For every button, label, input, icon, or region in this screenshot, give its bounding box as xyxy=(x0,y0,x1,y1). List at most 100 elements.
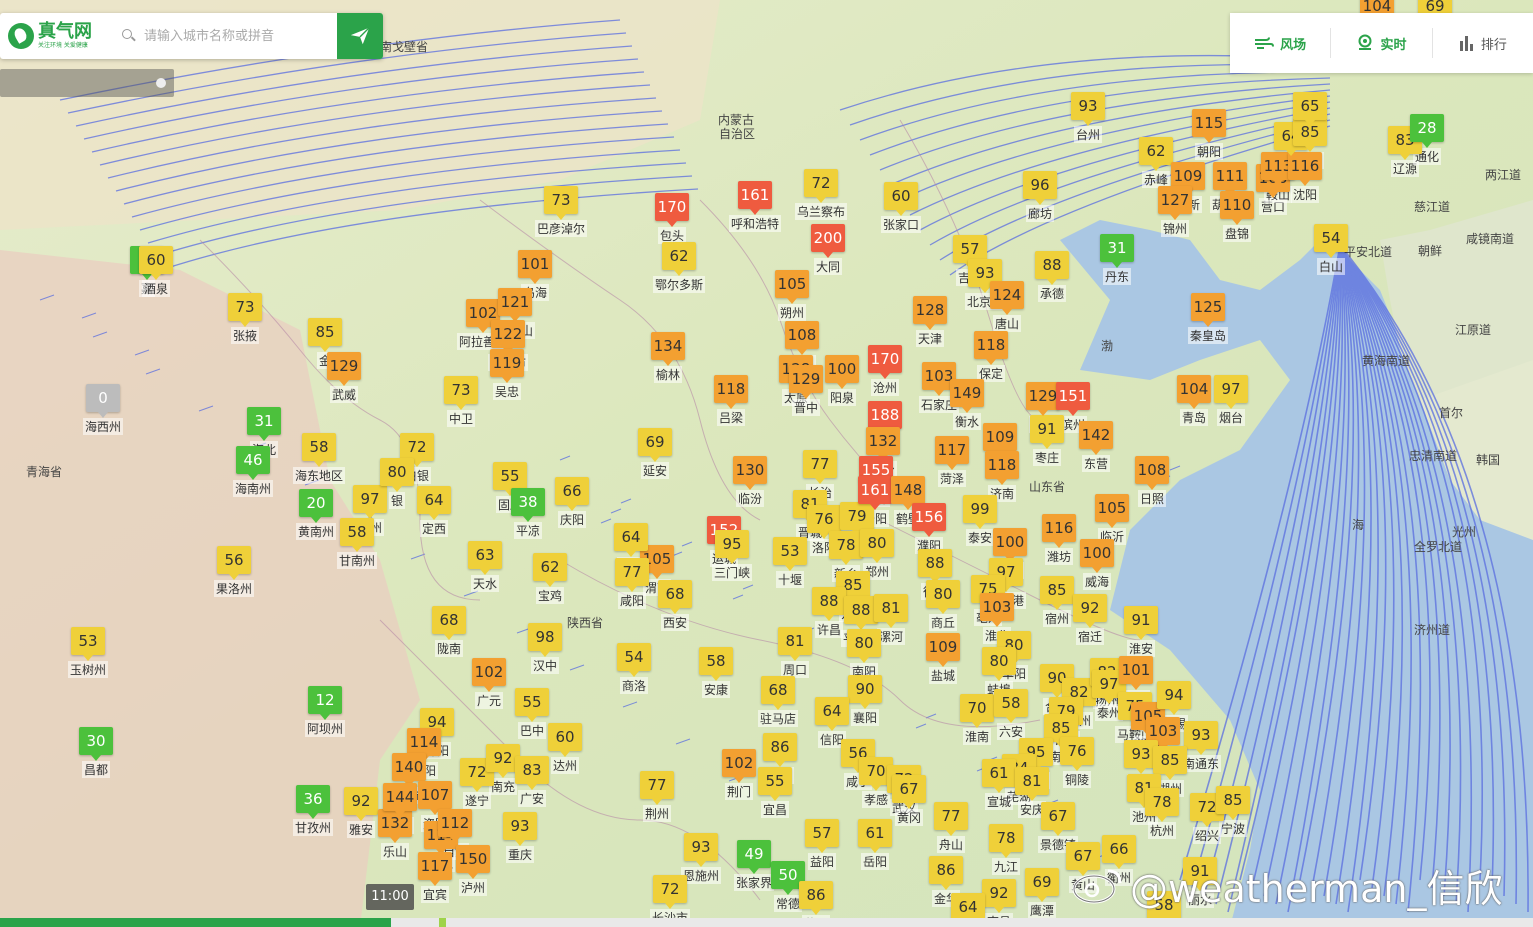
city-label[interactable]: 三门峡 xyxy=(711,564,753,581)
aqi-marker[interactable]: 161 xyxy=(738,181,772,215)
city-label[interactable]: 孝感 xyxy=(861,791,891,808)
city-label[interactable]: 汉中 xyxy=(530,657,560,674)
aqi-marker[interactable]: 117 xyxy=(935,436,969,470)
aqi-marker[interactable]: 72 xyxy=(400,433,434,467)
city-label[interactable]: 杭州 xyxy=(1147,822,1177,839)
city-label[interactable]: 衡水 xyxy=(952,413,982,430)
city-label[interactable]: 甘孜州 xyxy=(292,819,334,836)
city-label[interactable]: 咸阳 xyxy=(617,592,647,609)
aqi-marker[interactable]: 85 xyxy=(1040,576,1074,610)
aqi-marker[interactable]: 80 xyxy=(982,647,1016,681)
aqi-marker[interactable]: 125 xyxy=(1191,293,1225,327)
city-label[interactable]: 沈阳 xyxy=(1290,186,1320,203)
city-label[interactable]: 吕梁 xyxy=(716,409,746,426)
aqi-marker[interactable]: 77 xyxy=(934,802,968,836)
city-label[interactable]: 武威 xyxy=(329,386,359,403)
search-input[interactable] xyxy=(142,20,337,52)
aqi-marker[interactable]: 62 xyxy=(533,553,567,587)
city-label[interactable]: 淮安 xyxy=(1126,640,1156,657)
city-label[interactable]: 西安 xyxy=(660,614,690,631)
aqi-marker[interactable]: 69 xyxy=(638,428,672,462)
aqi-marker[interactable]: 122 xyxy=(491,320,525,354)
aqi-marker[interactable]: 68 xyxy=(658,580,692,614)
city-label[interactable]: 黄南州 xyxy=(295,523,337,540)
city-label[interactable]: 驻马店 xyxy=(757,710,799,727)
aqi-marker[interactable]: 129 xyxy=(327,352,361,386)
aqi-marker[interactable]: 86 xyxy=(929,856,963,890)
city-label[interactable]: 宁波 xyxy=(1218,820,1248,837)
aqi-marker[interactable]: 102 xyxy=(472,658,506,692)
slider-knob[interactable] xyxy=(156,78,166,88)
aqi-marker[interactable]: 128 xyxy=(913,296,947,330)
aqi-marker[interactable]: 85 xyxy=(1216,786,1250,820)
aqi-marker[interactable]: 55 xyxy=(493,462,527,496)
city-label[interactable]: 十堰 xyxy=(775,571,805,588)
aqi-marker[interactable]: 112 xyxy=(438,809,472,843)
aqi-marker[interactable]: 73 xyxy=(228,293,262,327)
aqi-marker[interactable]: 64 xyxy=(614,523,648,557)
aqi-marker[interactable]: 129 xyxy=(1026,382,1060,416)
aqi-marker[interactable]: 53 xyxy=(71,627,105,661)
aqi-marker[interactable]: 66 xyxy=(555,477,589,511)
aqi-marker[interactable]: 96 xyxy=(1023,171,1057,205)
aqi-marker[interactable]: 142 xyxy=(1079,421,1113,455)
aqi-marker[interactable]: 88 xyxy=(1035,251,1069,285)
aqi-marker[interactable]: 68 xyxy=(432,606,466,640)
aqi-marker[interactable]: 64 xyxy=(417,486,451,520)
aqi-marker[interactable]: 28 xyxy=(1410,114,1444,148)
city-label[interactable]: 九江 xyxy=(991,858,1021,875)
city-label[interactable]: 泰安 xyxy=(965,529,995,546)
aqi-marker[interactable]: 108 xyxy=(1135,456,1169,490)
city-label[interactable]: 晋中 xyxy=(791,399,821,416)
aqi-marker[interactable]: 99 xyxy=(963,495,997,529)
city-label[interactable]: 盐城 xyxy=(928,667,958,684)
city-label[interactable]: 沧州 xyxy=(870,379,900,396)
city-label[interactable]: 朝阳 xyxy=(1194,143,1224,160)
aqi-marker[interactable]: 93 xyxy=(503,812,537,846)
aqi-marker[interactable]: 144 xyxy=(383,783,417,817)
aqi-marker[interactable]: 115 xyxy=(1192,109,1226,143)
city-label[interactable]: 甘南州 xyxy=(336,552,378,569)
aqi-marker[interactable]: 77 xyxy=(640,771,674,805)
opacity-slider[interactable] xyxy=(0,69,174,97)
city-label[interactable]: 张掖 xyxy=(230,327,260,344)
city-label[interactable]: 乌兰察布 xyxy=(794,203,848,220)
city-label[interactable]: 银 xyxy=(388,492,406,509)
aqi-marker[interactable]: 170 xyxy=(655,193,689,227)
city-label[interactable]: 威海 xyxy=(1082,573,1112,590)
ranking-button[interactable]: 排行 xyxy=(1431,28,1533,58)
aqi-marker[interactable]: 63 xyxy=(468,541,502,575)
aqi-marker[interactable]: 117 xyxy=(418,852,452,886)
aqi-marker[interactable]: 156 xyxy=(912,503,946,537)
logo[interactable]: 真气网 关注环境 关爱健康 xyxy=(0,13,112,59)
city-label[interactable]: 绍兴 xyxy=(1192,827,1222,844)
aqi-marker[interactable]: 93 xyxy=(1071,92,1105,126)
aqi-marker[interactable]: 31 xyxy=(247,407,281,441)
aqi-marker[interactable]: 67 xyxy=(892,775,926,809)
aqi-marker[interactable]: 62 xyxy=(1139,137,1173,171)
city-label[interactable]: 海南州 xyxy=(232,480,274,497)
city-label[interactable]: 承德 xyxy=(1037,285,1067,302)
aqi-marker[interactable]: 127 xyxy=(1158,186,1192,220)
aqi-marker[interactable]: 134 xyxy=(651,332,685,366)
city-label[interactable]: 朔州 xyxy=(777,304,807,321)
aqi-marker[interactable]: 100 xyxy=(825,355,859,389)
aqi-marker[interactable]: 100 xyxy=(993,528,1027,562)
aqi-marker[interactable]: 92 xyxy=(344,787,378,821)
aqi-marker[interactable]: 91 xyxy=(1124,606,1158,640)
aqi-marker[interactable]: 73 xyxy=(544,186,578,220)
aqi-marker[interactable]: 109 xyxy=(983,423,1017,457)
city-label[interactable]: 大同 xyxy=(813,258,843,275)
aqi-marker[interactable]: 31 xyxy=(1100,234,1134,268)
city-label[interactable]: 昌都 xyxy=(81,761,111,778)
city-label[interactable]: 常德 xyxy=(773,895,803,912)
aqi-marker[interactable]: 114 xyxy=(407,728,441,762)
aqi-marker[interactable]: 58 xyxy=(340,518,374,552)
aqi-marker[interactable]: 90 xyxy=(848,675,882,709)
city-label[interactable]: 枣庄 xyxy=(1032,449,1062,466)
aqi-marker[interactable]: 61 xyxy=(982,759,1016,793)
city-label[interactable]: 吴忠 xyxy=(492,383,522,400)
aqi-marker[interactable]: 88 xyxy=(812,587,846,621)
aqi-marker[interactable]: 56 xyxy=(217,546,251,580)
aqi-marker[interactable]: 54 xyxy=(1314,224,1348,258)
